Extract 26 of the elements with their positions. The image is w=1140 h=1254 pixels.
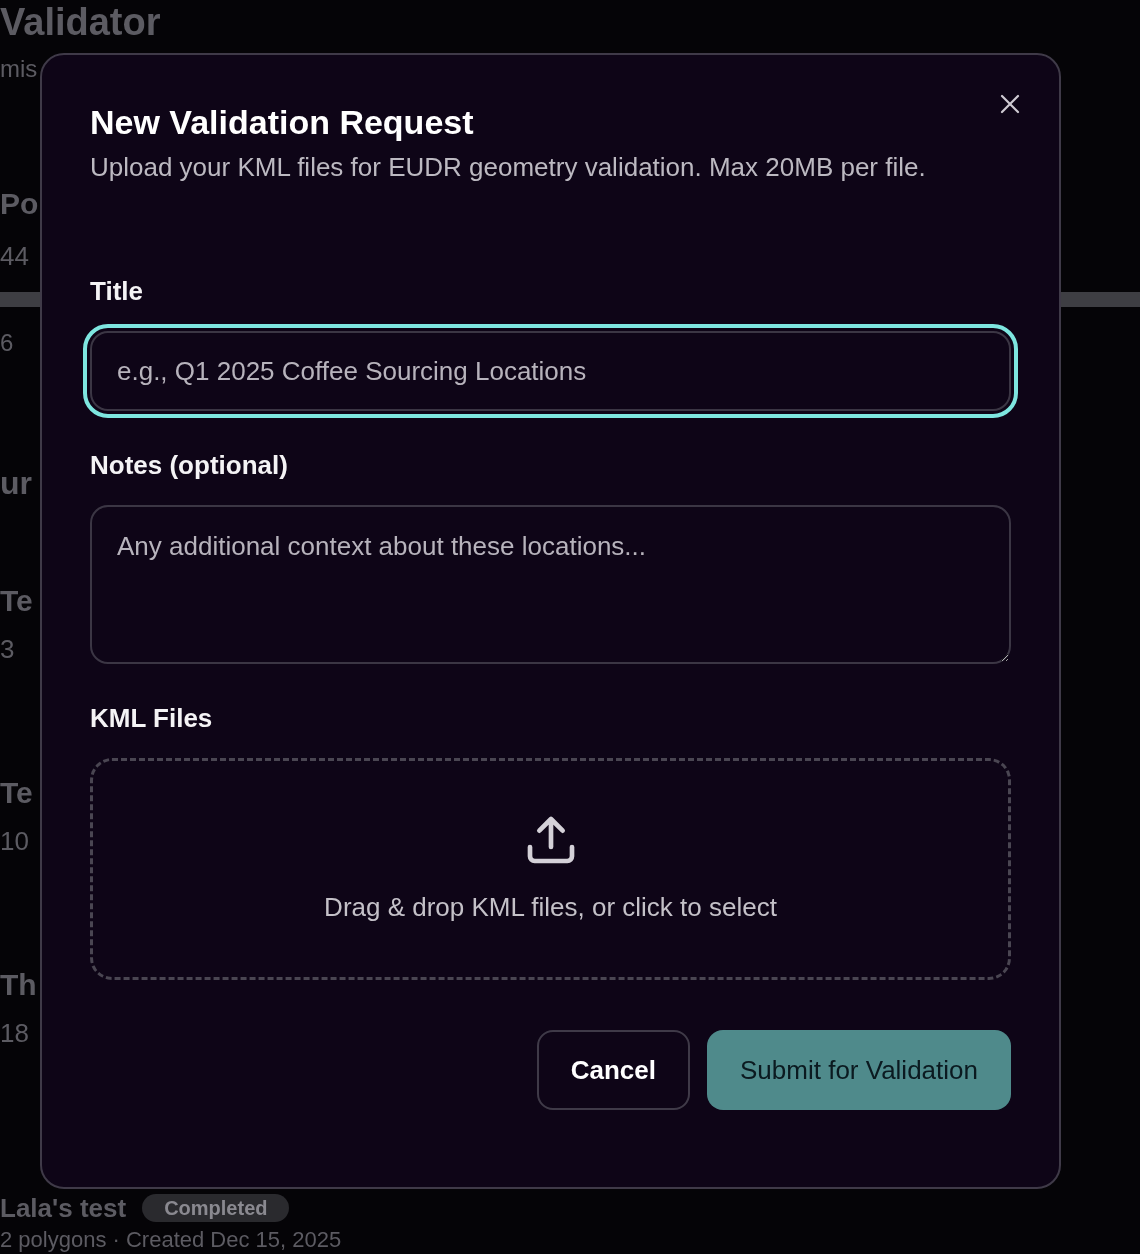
page-subtitle: mis bbox=[0, 54, 38, 84]
item-meta: 10 bbox=[0, 825, 29, 857]
notes-textarea[interactable]: Any additional context about these locations... bbox=[90, 505, 1011, 664]
section-title: ur bbox=[0, 464, 32, 503]
page-title: Validator bbox=[0, 0, 161, 44]
file-dropzone[interactable]: Drag & drop KML files, or click to select bbox=[90, 758, 1011, 980]
item-name: Lala's test bbox=[0, 1192, 127, 1224]
item-name: Th bbox=[0, 967, 37, 1003]
field-label: KML Files bbox=[90, 702, 214, 735]
submit-button[interactable]: Submit for Validation bbox=[707, 1030, 1011, 1110]
dialog-title: New Validation Request bbox=[90, 102, 475, 143]
close-icon bbox=[998, 92, 1022, 116]
item-name: Te bbox=[0, 775, 33, 811]
stat-caption: 6 bbox=[0, 328, 14, 358]
dropzone-text: Drag & drop KML files, or click to select bbox=[324, 890, 777, 924]
item-meta: 2 polygons · Created Dec 15, 2025 bbox=[0, 1226, 342, 1254]
stat-value: 44 bbox=[0, 240, 29, 272]
cancel-button[interactable]: Cancel bbox=[536, 1030, 690, 1110]
item-name: Te bbox=[0, 583, 33, 619]
item-meta: 18 bbox=[0, 1017, 29, 1049]
field-label: Notes (optional) bbox=[90, 449, 289, 482]
stat-label: Po bbox=[0, 186, 39, 222]
dialog-description: Upload your KML files for EUDR geometry validation. Max 20MB per file. bbox=[90, 151, 927, 184]
field-label: Title bbox=[90, 275, 144, 308]
item-meta: 3 bbox=[0, 633, 15, 665]
status-badge: Completed bbox=[142, 1194, 290, 1222]
